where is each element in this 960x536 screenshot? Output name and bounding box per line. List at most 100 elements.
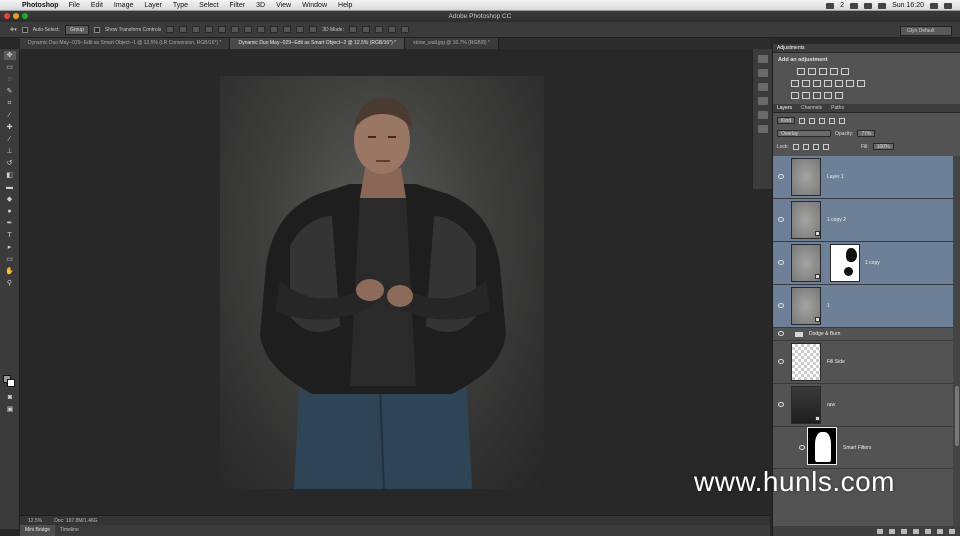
- tab-mini-bridge[interactable]: Mini Bridge: [20, 525, 56, 536]
- eye-icon[interactable]: [778, 217, 784, 222]
- folder-icon[interactable]: [795, 332, 803, 337]
- 3d-rotate-icon[interactable]: [348, 26, 357, 33]
- layer-row[interactable]: 1 copy: [773, 242, 953, 285]
- brush-tool-icon[interactable]: ⁄: [4, 135, 16, 144]
- levels-icon[interactable]: [808, 68, 816, 75]
- layer-mask-thumbnail[interactable]: [830, 244, 860, 282]
- background-color-swatch[interactable]: [7, 379, 15, 387]
- trash-icon[interactable]: [949, 528, 955, 534]
- document-canvas[interactable]: [20, 49, 770, 515]
- distribute-bottom-icon[interactable]: [270, 26, 279, 33]
- eraser-tool-icon[interactable]: ◧: [4, 171, 16, 180]
- brush-panel-icon[interactable]: [757, 111, 768, 119]
- layer-row[interactable]: 1: [773, 285, 953, 328]
- menu-file[interactable]: File: [69, 2, 80, 9]
- gradient-map-icon[interactable]: [835, 92, 843, 99]
- distribute-left-icon[interactable]: [283, 26, 292, 33]
- filter-pixel-icon[interactable]: [799, 117, 806, 124]
- pen-tool-icon[interactable]: ✒: [4, 219, 16, 228]
- posterize-icon[interactable]: [802, 92, 810, 99]
- align-hcenter-icon[interactable]: [218, 26, 227, 33]
- move-tool-icon[interactable]: ✥: [3, 51, 16, 60]
- tab-paths[interactable]: Paths: [831, 104, 844, 112]
- threshold-icon[interactable]: [813, 92, 821, 99]
- menu-type[interactable]: Type: [173, 2, 188, 9]
- vibrance-icon[interactable]: [791, 80, 799, 87]
- layer-filter-kind[interactable]: Kind: [777, 117, 796, 124]
- notification-center-icon[interactable]: [944, 2, 952, 9]
- layer-row[interactable]: 1 copy 2: [773, 199, 953, 242]
- menubar-clock[interactable]: Sun 16:20: [892, 2, 924, 9]
- menu-layer[interactable]: Layer: [144, 2, 162, 9]
- properties-panel-icon[interactable]: [757, 83, 768, 91]
- color-balance-icon[interactable]: [813, 80, 821, 87]
- scroll-thumb[interactable]: [955, 386, 959, 446]
- layer-name[interactable]: 1 copy 2: [827, 217, 846, 223]
- distribute-center-icon[interactable]: [257, 26, 266, 33]
- layer-name[interactable]: Fill Side: [827, 359, 845, 365]
- tab-layers[interactable]: Layers: [777, 104, 792, 112]
- selective-color-icon[interactable]: [824, 92, 832, 99]
- zoom-level[interactable]: 12.5%: [28, 518, 42, 524]
- hand-tool-icon[interactable]: ✋: [4, 267, 16, 276]
- layer-row[interactable]: raw: [773, 384, 953, 427]
- layer-name[interactable]: 1: [827, 303, 830, 309]
- info-panel-icon[interactable]: [757, 97, 768, 105]
- align-bottom-icon[interactable]: [192, 26, 201, 33]
- lock-all-icon[interactable]: [822, 143, 829, 150]
- dropbox-icon[interactable]: [826, 2, 835, 9]
- healing-tool-icon[interactable]: ✚: [4, 123, 16, 132]
- quick-mask-icon[interactable]: ◙: [4, 393, 16, 402]
- invert-icon[interactable]: [791, 92, 799, 99]
- distribute-right-icon[interactable]: [309, 26, 318, 33]
- screen-mode-icon[interactable]: ▣: [4, 405, 16, 414]
- lock-image-icon[interactable]: [802, 143, 809, 150]
- auto-select-checkbox[interactable]: [21, 26, 28, 33]
- menu-window[interactable]: Window: [302, 2, 327, 9]
- eye-icon[interactable]: [778, 303, 784, 308]
- eye-icon[interactable]: [778, 260, 784, 265]
- link-layers-icon[interactable]: [877, 528, 883, 534]
- clone-source-panel-icon[interactable]: [757, 125, 768, 133]
- align-top-icon[interactable]: [166, 26, 175, 33]
- layer-name[interactable]: 1 copy: [865, 260, 880, 266]
- align-vcenter-icon[interactable]: [179, 26, 188, 33]
- black-white-icon[interactable]: [824, 80, 832, 87]
- align-left-icon[interactable]: [205, 26, 214, 33]
- 3d-slide-icon[interactable]: [387, 26, 396, 33]
- wifi-icon[interactable]: [864, 2, 873, 9]
- align-right-icon[interactable]: [231, 26, 240, 33]
- eye-icon[interactable]: [778, 359, 784, 364]
- transform-controls-checkbox[interactable]: [93, 26, 100, 33]
- lock-transparent-icon[interactable]: [792, 143, 799, 150]
- curves-icon[interactable]: [819, 68, 827, 75]
- doc-size-info[interactable]: Doc: 197.8M/1.46G: [54, 518, 97, 524]
- crop-tool-icon[interactable]: ⌗: [4, 99, 16, 108]
- 3d-scale-icon[interactable]: [400, 26, 409, 33]
- spotlight-icon[interactable]: [930, 2, 938, 9]
- new-layer-icon[interactable]: [937, 528, 943, 534]
- layer-name[interactable]: Smart Filters: [843, 445, 871, 451]
- eye-icon[interactable]: [778, 174, 784, 179]
- eye-icon[interactable]: [778, 331, 784, 336]
- 3d-drag-icon[interactable]: [374, 26, 383, 33]
- eye-icon[interactable]: [778, 402, 784, 407]
- tab-document-2[interactable]: Dynamic Duo May--029--Edit as Smart Obje…: [230, 38, 406, 49]
- exposure-icon[interactable]: [830, 68, 838, 75]
- channel-mixer-icon[interactable]: [846, 80, 854, 87]
- move-tool-icon[interactable]: ✥▾: [10, 27, 17, 33]
- eye-icon[interactable]: [799, 444, 805, 450]
- close-window-icon[interactable]: [4, 13, 10, 19]
- brightness-contrast-icon[interactable]: [797, 68, 805, 75]
- filter-type-icon[interactable]: [819, 117, 826, 124]
- history-panel-icon[interactable]: [757, 55, 768, 63]
- photo-filter-icon[interactable]: [835, 80, 843, 87]
- history-brush-tool-icon[interactable]: ↺: [4, 159, 16, 168]
- color-lookup-icon[interactable]: [857, 80, 865, 87]
- layer-name[interactable]: raw: [827, 402, 835, 408]
- path-select-tool-icon[interactable]: ▸: [4, 243, 16, 252]
- new-adjustment-icon[interactable]: [913, 528, 919, 534]
- battery-icon[interactable]: [878, 2, 887, 9]
- fill-field[interactable]: 100%: [872, 143, 894, 150]
- auto-select-dropdown[interactable]: Group: [64, 24, 89, 35]
